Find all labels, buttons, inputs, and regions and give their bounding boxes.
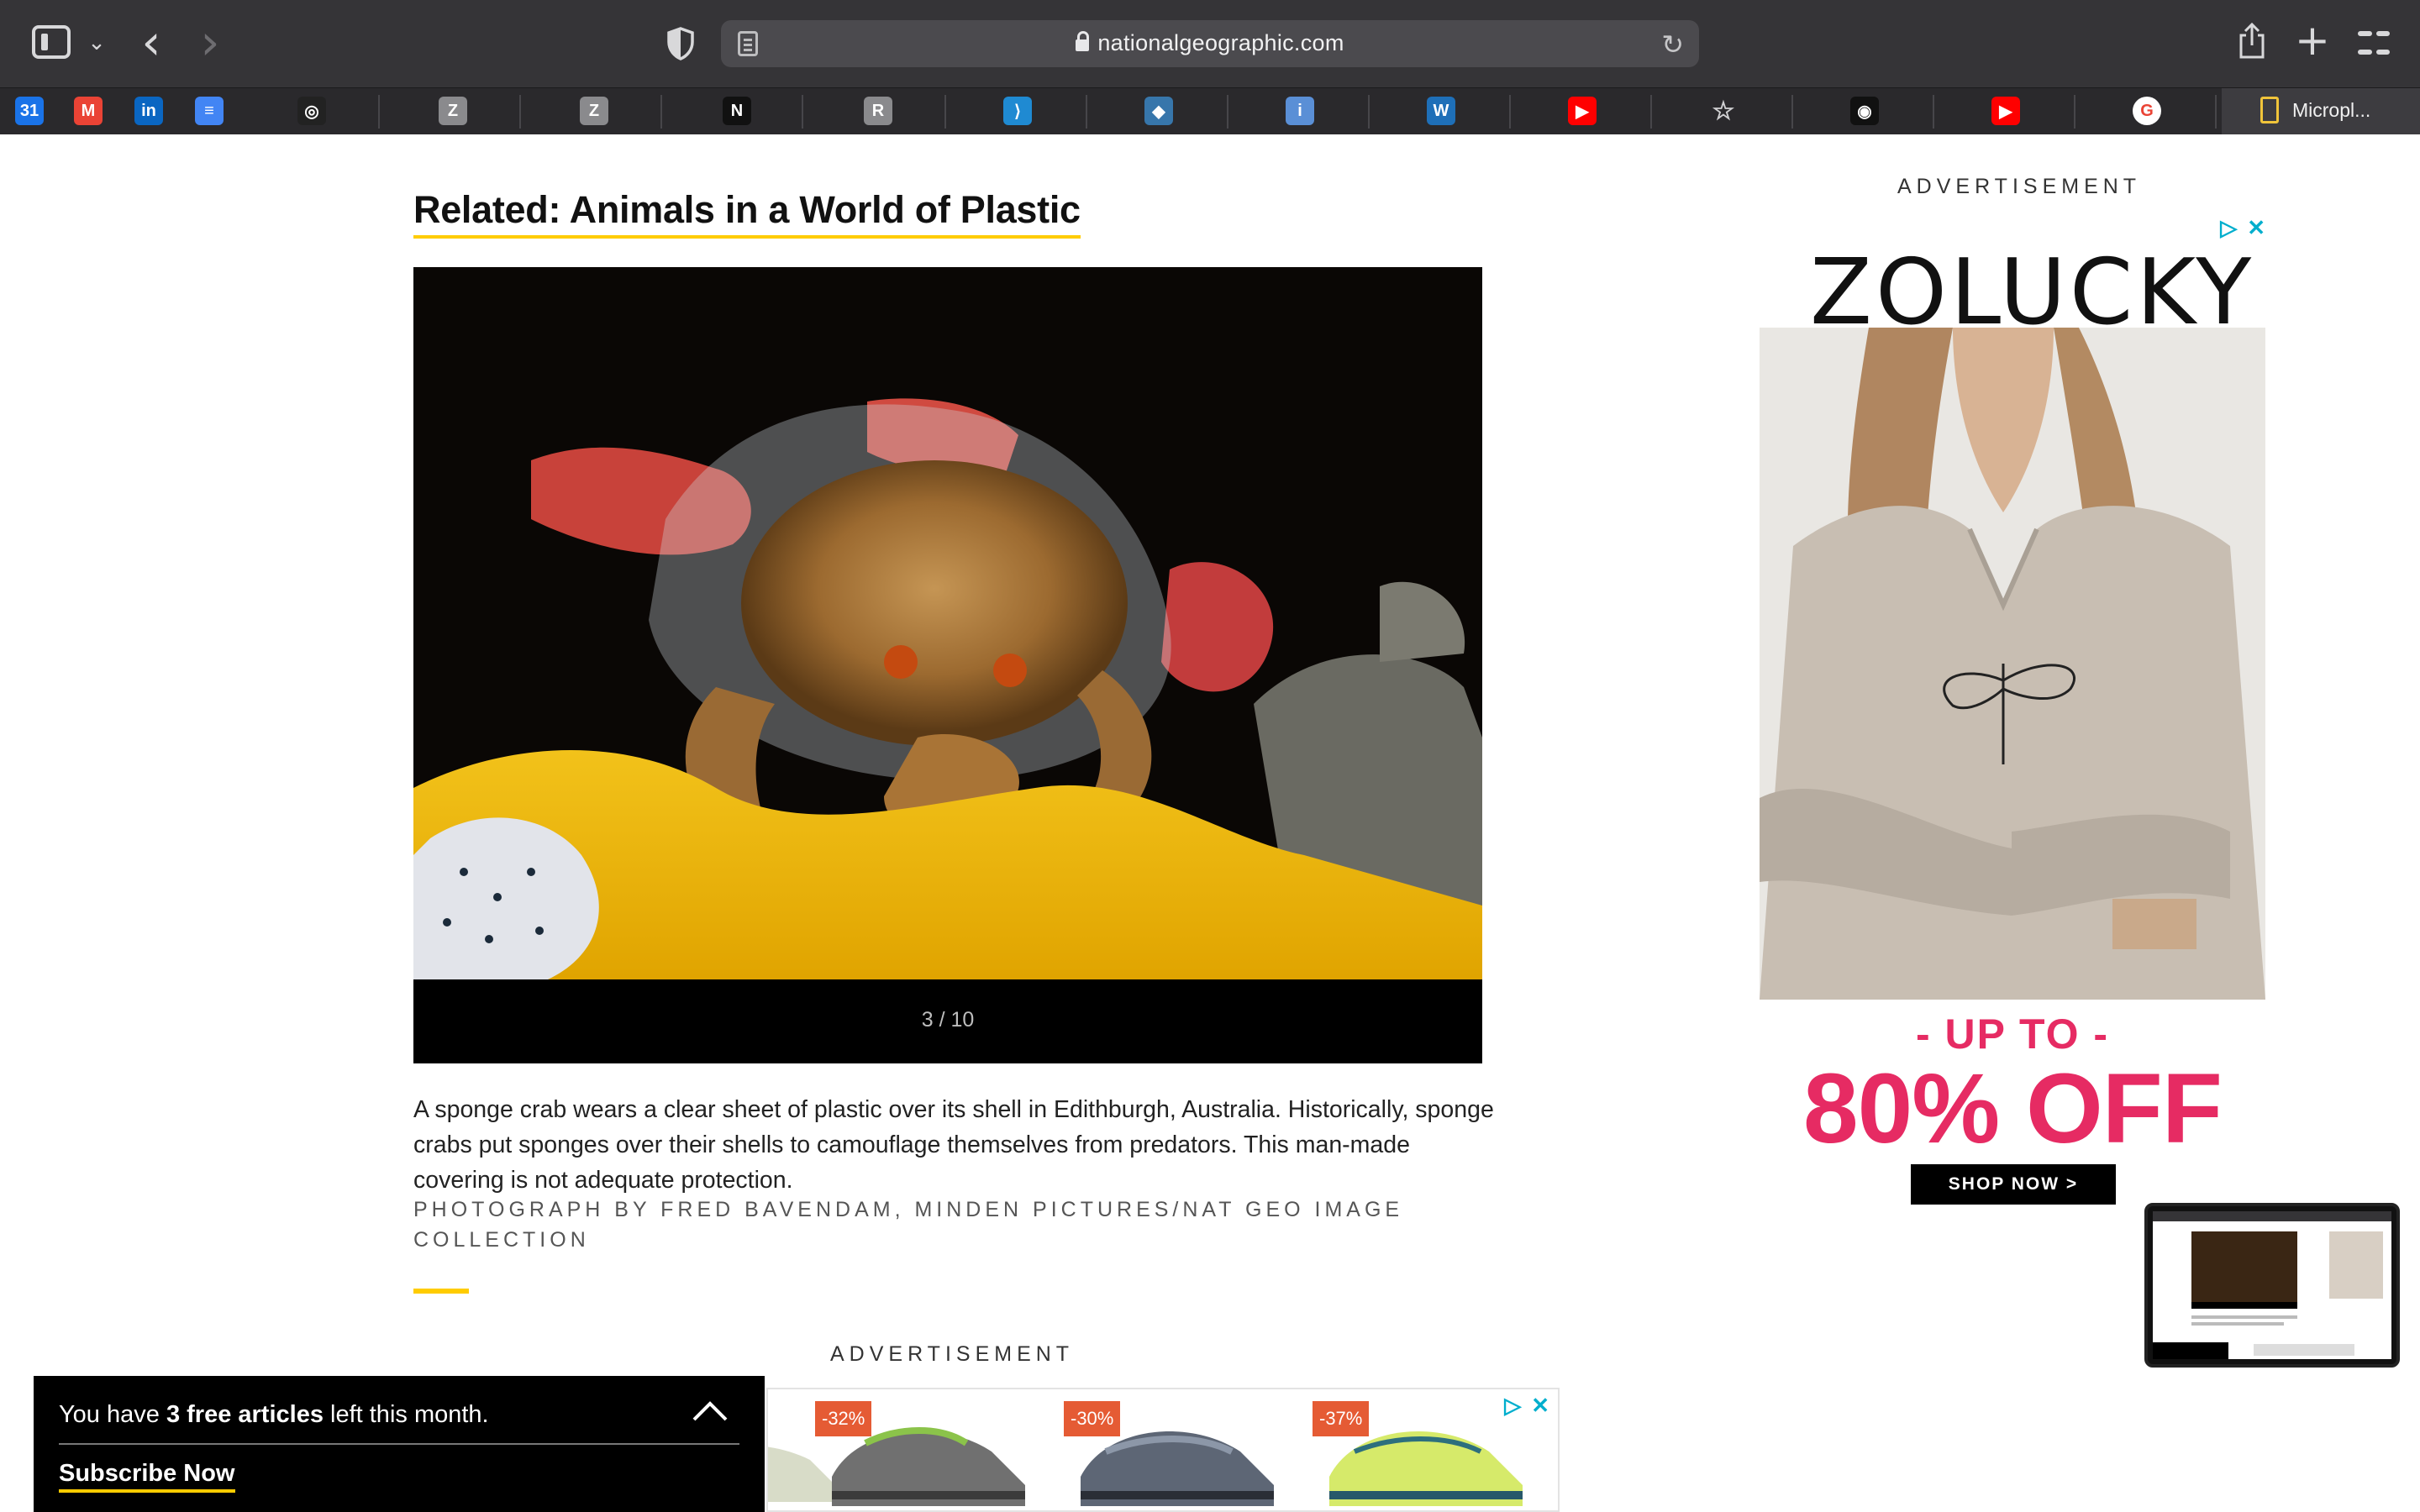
notes-icon: [2260, 97, 2279, 123]
adchoices-icon[interactable]: ▷: [2220, 215, 2237, 241]
advertisement-label: ADVERTISEMENT: [1897, 175, 2142, 198]
photo-credit: PHOTOGRAPH BY FRED BAVENDAM, MINDEN PICT…: [413, 1198, 1404, 1252]
google-icon[interactable]: G: [2133, 97, 2161, 125]
bookmark-separator: [660, 95, 662, 129]
discount-badge: -37%: [1313, 1401, 1370, 1436]
bookmark-separator: [1509, 95, 1511, 129]
address-bar[interactable]: nationalgeographic.com ↻: [721, 20, 1699, 67]
target-icon[interactable]: ◎: [297, 97, 326, 125]
close-ad-icon[interactable]: ✕: [2247, 215, 2265, 241]
sidebar-toggle-icon[interactable]: [32, 25, 71, 59]
gmail-icon[interactable]: M: [74, 97, 103, 125]
youtube-icon[interactable]: ▶: [1991, 97, 2020, 125]
new-tab-icon[interactable]: +: [2294, 16, 2331, 65]
forward-arrow-icon[interactable]: ›: [193, 13, 227, 71]
bookmark-separator: [1791, 95, 1793, 129]
close-ad-icon[interactable]: ✕: [1531, 1393, 1549, 1419]
banner-divider: [59, 1443, 739, 1445]
bookmark-separator: [1650, 95, 1652, 129]
python-icon[interactable]: ◆: [1144, 97, 1173, 125]
info-icon[interactable]: i: [1286, 97, 1314, 125]
chevron-up-icon[interactable]: [689, 1391, 731, 1433]
tab-overview-icon[interactable]: [2358, 27, 2390, 59]
free-articles-banner: You have 3 free articles left this month…: [34, 1376, 765, 1512]
advertisement-label: ADVERTISEMENT: [830, 1342, 1075, 1366]
bookmark-separator: [519, 95, 521, 129]
r-icon[interactable]: R: [864, 97, 892, 125]
google-calendar-icon[interactable]: 31: [15, 97, 44, 125]
bookmark-separator: [2074, 95, 2075, 129]
chevron-down-icon[interactable]: ⌄: [84, 25, 109, 59]
sweater-model-image[interactable]: [1760, 328, 2265, 1000]
free-articles-message: You have 3 free articles left this month…: [59, 1401, 489, 1428]
privacy-shield-icon[interactable]: [664, 25, 697, 62]
back-arrow-icon[interactable]: ‹: [134, 13, 168, 71]
bookmark-separator: [1368, 95, 1370, 129]
w-icon[interactable]: W: [1427, 97, 1455, 125]
lock-icon: [1076, 31, 1090, 51]
adchoices-icon[interactable]: ▷: [1504, 1393, 1521, 1419]
star-icon[interactable]: ☆: [1709, 97, 1738, 125]
linkedin-icon[interactable]: in: [134, 97, 163, 125]
discount-badge: -30%: [1064, 1401, 1121, 1436]
shoe-advertisement[interactable]: -32% -30% -37% ▷ ✕: [766, 1388, 1560, 1512]
zotero-icon[interactable]: Z: [439, 97, 467, 125]
bookmark-separator: [1227, 95, 1228, 129]
browser-toolbar: ⌄ ‹ › nationalgeographic.com ↻ +: [0, 0, 2420, 87]
vscode-icon[interactable]: ⟩: [1003, 97, 1032, 125]
bookmark-separator: [2215, 95, 2217, 129]
bookmark-separator: [378, 95, 380, 129]
github-icon[interactable]: ◉: [1850, 97, 1879, 125]
slide-counter: 3 / 10: [921, 1008, 975, 1032]
google-docs-icon[interactable]: ≡: [195, 97, 224, 125]
ad-discount-text: 80% OFF: [1803, 1053, 2223, 1164]
url-text: nationalgeographic.com: [1097, 30, 1344, 55]
bookmark-separator: [1086, 95, 1087, 129]
sponge-crab-photo: [413, 267, 1482, 979]
photo-gallery[interactable]: 3 / 10: [413, 267, 1482, 1063]
bookmark-microplastics[interactable]: Micropl...: [2260, 97, 2370, 123]
youtube-icon[interactable]: ▶: [1568, 97, 1597, 125]
subscribe-now-link[interactable]: Subscribe Now: [59, 1460, 235, 1493]
zotero-icon[interactable]: Z: [580, 97, 608, 125]
bookmark-separator: [1933, 95, 1934, 129]
notion-icon[interactable]: N: [723, 97, 751, 125]
zolucky-advertisement[interactable]: ▷ ✕ ZOLUCKY - UP TO - 80% OFF SHOP NOW >: [1760, 215, 2265, 1341]
bookmarks-bar: Micropl... 31 Min ≡ ◎ Z Z N R ⟩ ◆ i W ▶ ☆ ◉ ▶ G: [0, 87, 2420, 135]
bookmark-separator: [802, 95, 803, 129]
screenshot-thumbnail[interactable]: [2144, 1203, 2400, 1368]
shop-now-button[interactable]: SHOP NOW >: [1911, 1164, 2116, 1205]
page-content: Related: Animals in a World of Plastic 3…: [0, 134, 2420, 1512]
bookmark-separator: [944, 95, 946, 129]
bookmark-label: Micropl...: [2292, 98, 2371, 121]
related-link[interactable]: Related: Animals in a World of Plastic: [413, 188, 1081, 239]
reload-icon[interactable]: ↻: [1661, 29, 1684, 60]
photo-caption: A sponge crab wears a clear sheet of pla…: [413, 1096, 1494, 1194]
discount-badge: -32%: [815, 1401, 872, 1436]
section-divider: [413, 1289, 469, 1294]
share-icon[interactable]: [2235, 20, 2269, 62]
